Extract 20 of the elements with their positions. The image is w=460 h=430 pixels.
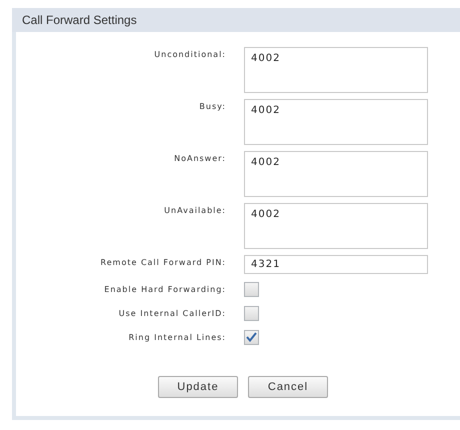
field-label: Unconditional:	[154, 49, 226, 61]
input-field[interactable]: 4321	[244, 255, 428, 274]
field-label: Ring Internal Lines:	[128, 332, 226, 344]
checkmark-icon	[246, 332, 257, 342]
field-label: Enable Hard Forwarding:	[104, 284, 226, 296]
checkbox[interactable]	[244, 282, 259, 296]
form-button[interactable]: Cancel	[248, 376, 328, 398]
field-label: Remote Call Forward PIN:	[100, 257, 226, 269]
form-button[interactable]: Update	[158, 376, 238, 398]
field-label: NoAnswer:	[174, 153, 226, 165]
text-area[interactable]: 4002	[244, 99, 428, 145]
field-label: UnAvailable:	[164, 205, 226, 217]
checkbox[interactable]	[244, 330, 259, 344]
checkbox[interactable]	[244, 306, 259, 320]
panel-title: Call Forward Settings	[22, 12, 137, 29]
text-area[interactable]: 4002	[244, 151, 428, 197]
field-label: Use Internal CallerID:	[118, 308, 226, 320]
field-label: Busy:	[199, 101, 226, 113]
text-area[interactable]: 4002	[244, 203, 428, 249]
text-area[interactable]: 4002	[244, 47, 428, 93]
